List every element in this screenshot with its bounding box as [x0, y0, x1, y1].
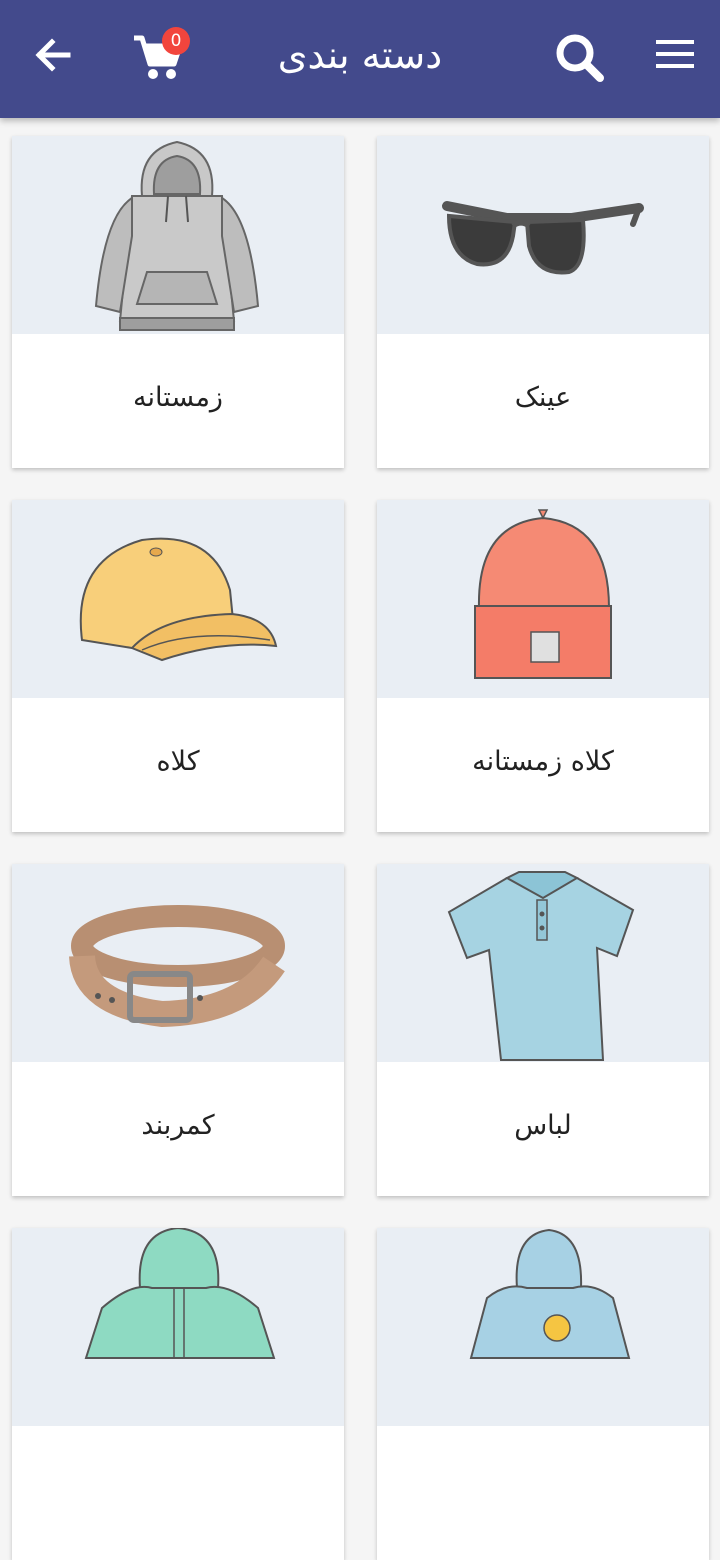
blue-hoodie-image: [377, 1228, 709, 1426]
belt-image: [12, 864, 344, 1062]
category-label: کلاه: [156, 746, 200, 777]
category-card-glasses[interactable]: عینک: [377, 136, 709, 468]
category-label: زمستانه: [133, 382, 223, 413]
menu-icon[interactable]: [652, 34, 700, 78]
category-card-hoodie-green[interactable]: [12, 1228, 344, 1560]
category-card-clothes[interactable]: لباس: [377, 864, 709, 1196]
category-card-hoodie-blue[interactable]: [377, 1228, 709, 1560]
search-icon[interactable]: [552, 30, 606, 84]
category-label: کلاه زمستانه: [472, 746, 614, 777]
category-card-cap[interactable]: کلاه: [12, 500, 344, 832]
hoodie-image: [12, 136, 344, 334]
category-card-winter[interactable]: زمستانه: [12, 136, 344, 468]
cap-image: [12, 500, 344, 698]
green-hoodie-image: [12, 1228, 344, 1426]
beanie-image: [377, 500, 709, 698]
category-label: لباس: [514, 1110, 572, 1141]
category-label: [377, 1426, 709, 1560]
page-title: دسته بندی: [277, 33, 443, 77]
back-arrow-icon[interactable]: [28, 30, 78, 80]
polo-shirt-image: [377, 864, 709, 1062]
category-card-belt[interactable]: کمربند: [12, 864, 344, 1196]
category-label: عینک: [514, 382, 572, 413]
category-label: کمربند: [141, 1110, 215, 1141]
category-label: [12, 1426, 344, 1560]
glasses-image: [377, 136, 709, 334]
app-bar: دسته بندی 0: [0, 0, 720, 118]
category-card-beanie[interactable]: کلاه زمستانه: [377, 500, 709, 832]
cart-count-badge: 0: [162, 27, 190, 55]
